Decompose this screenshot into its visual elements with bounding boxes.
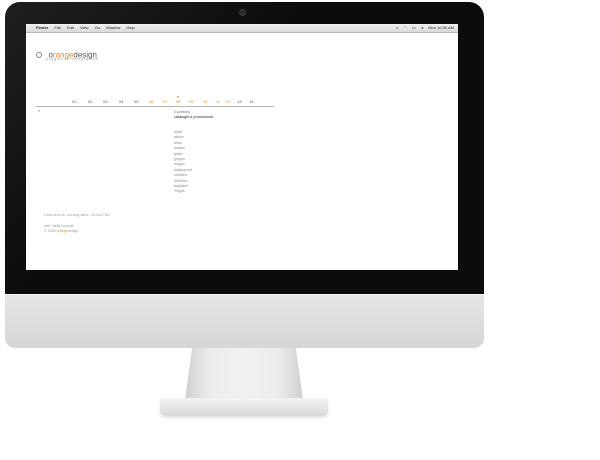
copyright-prefix: © 2005 [44, 229, 57, 233]
camera-icon [239, 9, 246, 16]
section-title: cataloghi e promozione [174, 115, 214, 119]
screen: Finder File Edit View Go Window Help ⌕ ◠… [26, 24, 458, 270]
menu-file[interactable]: File [54, 25, 60, 30]
page-link-06[interactable]: 06 [149, 99, 153, 104]
menu-go[interactable]: Go [95, 25, 100, 30]
page-link-01[interactable]: 01 [72, 99, 76, 104]
page-navigation: 01 02 03 04 05 06 07 08 09 10 11 12 13 1… [66, 99, 253, 105]
menu-help[interactable]: Help [127, 25, 135, 30]
page-link-09[interactable]: 09 [189, 99, 193, 104]
client-link[interactable]: Ysigns [174, 189, 192, 194]
back-link[interactable]: « [38, 108, 40, 113]
page-link-14[interactable]: 14 [249, 99, 253, 104]
site-logo[interactable]: orangedesign [36, 46, 97, 64]
page-link-13[interactable]: 13 [237, 99, 241, 104]
rights-text: tutti i diritti riservati [44, 224, 74, 228]
page-link-10[interactable]: 10 [203, 99, 207, 104]
page-link-11[interactable]: 11 [216, 99, 220, 104]
logo-mark-icon [36, 51, 42, 58]
imac-stand [185, 348, 303, 400]
divider-line [36, 106, 274, 107]
wifi-icon[interactable]: ◠ [404, 25, 408, 30]
menu-edit[interactable]: Edit [67, 25, 74, 30]
menu-extras: ⌕ ◠ ▭ ◂ Mon 10:30 AM [392, 24, 454, 32]
page-link-02[interactable]: 02 [88, 99, 92, 104]
page-link-07[interactable]: 07 [163, 99, 167, 104]
page-link-04[interactable]: 04 [119, 99, 123, 104]
menu-window[interactable]: Window [106, 25, 120, 30]
battery-icon[interactable]: ▭ [412, 25, 416, 30]
imac-chin [5, 294, 484, 348]
spotlight-icon[interactable]: ⌕ [396, 25, 398, 30]
copyright-brand-rest: design [67, 229, 79, 233]
menu-bar: Finder File Edit View Go Window Help ⌕ ◠… [26, 24, 458, 33]
page-link-12[interactable]: 12 [226, 99, 230, 104]
menu-items: Finder File Edit View Go Window Help [36, 24, 140, 32]
menu-view[interactable]: View [80, 25, 89, 30]
site-tagline: progettazionegrafica [46, 57, 99, 61]
menu-clock[interactable]: Mon 10:30 AM [428, 25, 454, 30]
copyright-brand-accent: orange [56, 229, 68, 233]
client-list: Alfa8 album alma desidio gabel gruppo ma… [174, 130, 192, 195]
page-link-08[interactable]: 08 [176, 99, 180, 104]
resolution-note: risoluzione consigliata: 1024x768 [44, 213, 110, 217]
page-link-05[interactable]: 05 [134, 99, 138, 104]
menu-finder[interactable]: Finder [36, 25, 48, 30]
page-link-03[interactable]: 03 [103, 99, 107, 104]
copyright-text: © 2005 orangedesign [44, 229, 78, 233]
imac-stand-foot [160, 398, 328, 416]
section-label: il portfolio [174, 110, 191, 114]
volume-icon[interactable]: ◂ [421, 25, 423, 30]
